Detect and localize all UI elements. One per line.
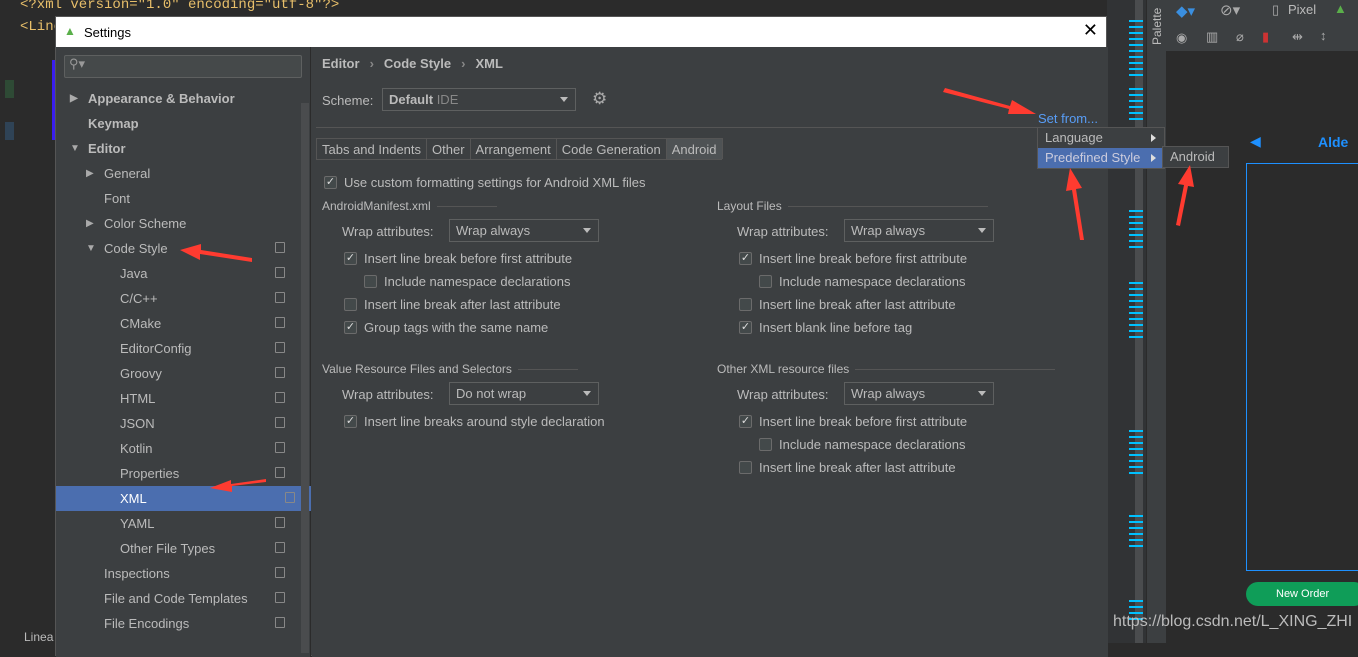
annotation-arrows bbox=[180, 88, 1194, 492]
arrow-annotation bbox=[1176, 165, 1194, 226]
arrow-annotation bbox=[210, 479, 266, 492]
arrow-annotation bbox=[943, 88, 1036, 114]
arrow-annotation bbox=[180, 244, 252, 262]
arrow-annotation bbox=[1066, 168, 1084, 240]
